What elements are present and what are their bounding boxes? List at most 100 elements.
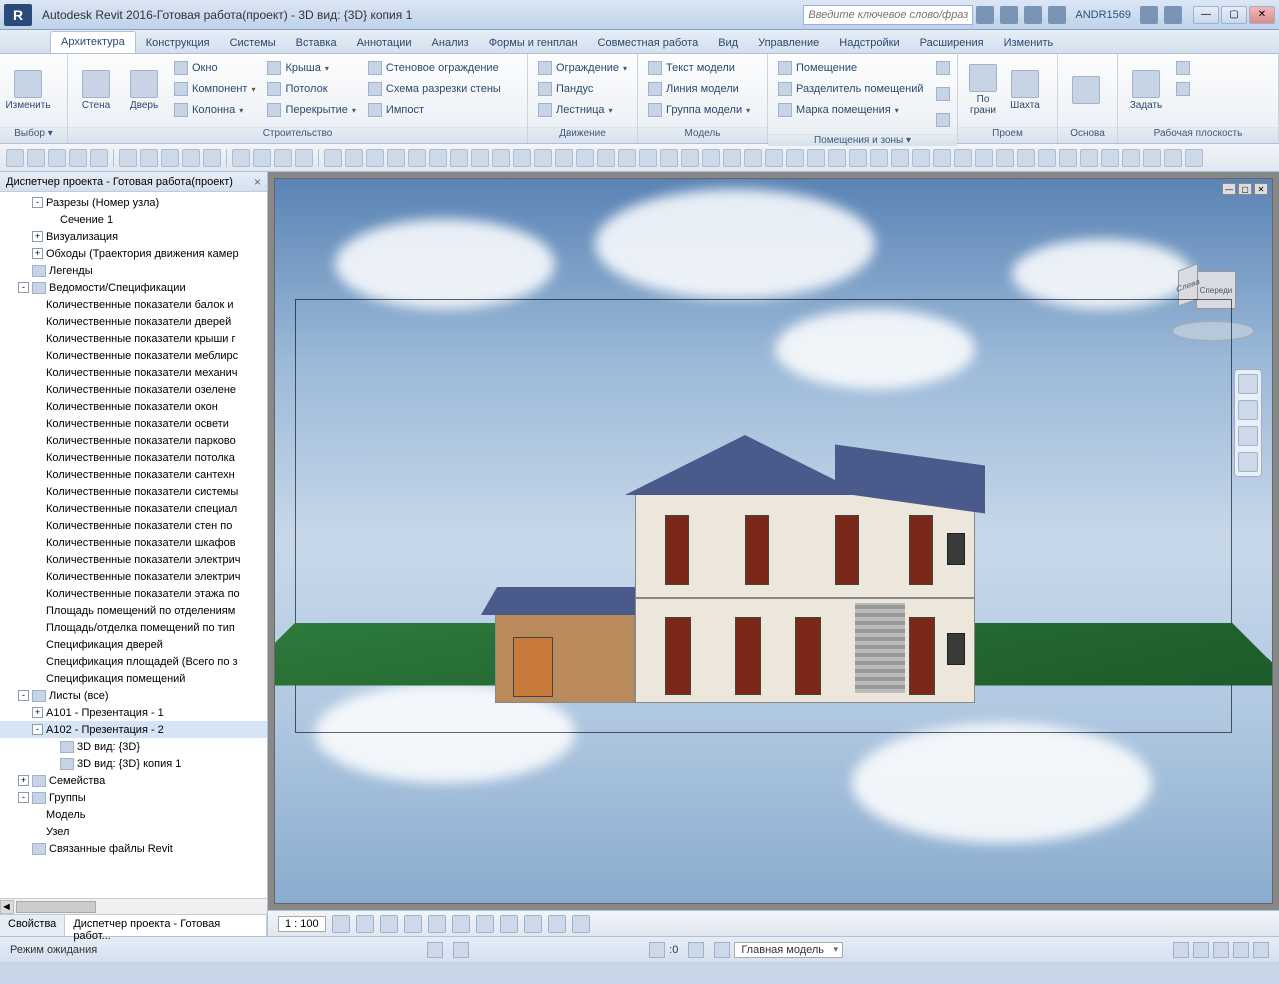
tree-expander-icon[interactable]: - bbox=[32, 197, 43, 208]
panel-label-select[interactable]: Выбор ▾ bbox=[0, 127, 67, 143]
crop-icon[interactable] bbox=[452, 915, 470, 933]
ribbon-tab-11[interactable]: Расширения bbox=[910, 33, 994, 53]
qat-button-17[interactable] bbox=[387, 149, 405, 167]
qat-button-7[interactable] bbox=[161, 149, 179, 167]
qat-button-49[interactable] bbox=[1059, 149, 1077, 167]
qat-button-25[interactable] bbox=[555, 149, 573, 167]
qat-button-38[interactable] bbox=[828, 149, 846, 167]
ramp-button[interactable]: Пандус bbox=[534, 79, 631, 99]
steering-wheel-icon[interactable] bbox=[1238, 374, 1258, 394]
constraints-icon[interactable] bbox=[572, 915, 590, 933]
app-menu-button[interactable]: R bbox=[4, 4, 32, 26]
tree-item[interactable]: +Визуализация bbox=[0, 228, 267, 245]
qat-button-15[interactable] bbox=[345, 149, 363, 167]
tree-item[interactable]: Количественные показатели системы bbox=[0, 483, 267, 500]
panel-label-room[interactable]: Помещения и зоны ▾ bbox=[768, 134, 957, 146]
tree-item[interactable]: Количественные показатели балок и bbox=[0, 296, 267, 313]
tree-item[interactable]: Количественные показатели озелене bbox=[0, 381, 267, 398]
tree-item[interactable]: Количественные показатели сантехн bbox=[0, 466, 267, 483]
qat-button-28[interactable] bbox=[618, 149, 636, 167]
zoom-icon[interactable] bbox=[1238, 426, 1258, 446]
qat-button-40[interactable] bbox=[870, 149, 888, 167]
set-workplane-button[interactable]: Задать bbox=[1124, 58, 1168, 122]
tree-item[interactable]: Сечение 1 bbox=[0, 211, 267, 228]
tree-item[interactable]: Количественные показатели стен по bbox=[0, 517, 267, 534]
view-scale[interactable]: 1 : 100 bbox=[278, 916, 326, 932]
ribbon-tab-0[interactable]: Архитектура bbox=[50, 31, 136, 53]
qat-button-31[interactable] bbox=[681, 149, 699, 167]
design-option-combo[interactable]: Главная модель bbox=[734, 942, 843, 958]
qat-button-19[interactable] bbox=[429, 149, 447, 167]
tree-item[interactable]: Спецификация площадей (Всего по з bbox=[0, 653, 267, 670]
qat-button-10[interactable] bbox=[232, 149, 250, 167]
infocenter-search-input[interactable] bbox=[803, 5, 973, 25]
tree-item[interactable]: Количественные показатели окон bbox=[0, 398, 267, 415]
key-icon[interactable] bbox=[1000, 6, 1018, 24]
curtain-wall-button[interactable]: Стеновое ограждение bbox=[364, 58, 505, 78]
wall-button[interactable]: Стена bbox=[74, 58, 118, 122]
ribbon-tab-1[interactable]: Конструкция bbox=[136, 33, 220, 53]
qat-button-54[interactable] bbox=[1164, 149, 1182, 167]
railing-button[interactable]: Ограждение▾ bbox=[534, 58, 631, 78]
tree-expander-icon[interactable]: + bbox=[32, 231, 43, 242]
tree-item[interactable]: +А101 - Презентация - 1 bbox=[0, 704, 267, 721]
view-maximize-button[interactable]: ▢ bbox=[1238, 183, 1252, 195]
help-icon[interactable] bbox=[1164, 6, 1182, 24]
qat-button-8[interactable] bbox=[182, 149, 200, 167]
qat-button-14[interactable] bbox=[324, 149, 342, 167]
qat-button-47[interactable] bbox=[1017, 149, 1035, 167]
qat-button-42[interactable] bbox=[912, 149, 930, 167]
tree-item[interactable]: Площадь/отделка помещений по тип bbox=[0, 619, 267, 636]
tree-expander-icon[interactable]: - bbox=[32, 724, 43, 735]
qat-button-23[interactable] bbox=[513, 149, 531, 167]
room-button[interactable]: Помещение bbox=[774, 58, 928, 78]
tree-item[interactable]: -Листы (все) bbox=[0, 687, 267, 704]
ribbon-tab-3[interactable]: Вставка bbox=[286, 33, 347, 53]
qat-button-21[interactable] bbox=[471, 149, 489, 167]
tree-item[interactable]: Спецификация помещений bbox=[0, 670, 267, 687]
building-model[interactable] bbox=[495, 423, 975, 703]
tree-item[interactable]: Модель bbox=[0, 806, 267, 823]
qat-button-24[interactable] bbox=[534, 149, 552, 167]
qat-button-4[interactable] bbox=[90, 149, 108, 167]
qat-button-3[interactable] bbox=[69, 149, 87, 167]
workset-icon[interactable] bbox=[427, 942, 443, 958]
signin-icon[interactable] bbox=[1048, 6, 1066, 24]
qat-button-48[interactable] bbox=[1038, 149, 1056, 167]
qat-button-43[interactable] bbox=[933, 149, 951, 167]
model-line-button[interactable]: Линия модели bbox=[644, 79, 754, 99]
stair-button[interactable]: Лестница▾ bbox=[534, 100, 631, 120]
view-minimize-button[interactable]: — bbox=[1222, 183, 1236, 195]
ribbon-tab-4[interactable]: Аннотации bbox=[347, 33, 422, 53]
tree-item[interactable]: -Разрезы (Номер узла) bbox=[0, 194, 267, 211]
tree-item[interactable]: -Ведомости/Спецификации bbox=[0, 279, 267, 296]
tree-item[interactable]: Количественные показатели освети bbox=[0, 415, 267, 432]
window-minimize-button[interactable]: — bbox=[1193, 6, 1219, 24]
floor-button[interactable]: Перекрытие▾ bbox=[263, 100, 359, 120]
door-button[interactable]: Дверь bbox=[122, 58, 166, 122]
shadows-icon[interactable] bbox=[404, 915, 422, 933]
qat-button-32[interactable] bbox=[702, 149, 720, 167]
tree-item[interactable]: Количественные показатели этажа по bbox=[0, 585, 267, 602]
qat-button-46[interactable] bbox=[996, 149, 1014, 167]
qat-button-1[interactable] bbox=[27, 149, 45, 167]
column-button[interactable]: Колонна▾ bbox=[170, 100, 259, 120]
tree-item[interactable]: Количественные показатели электрич bbox=[0, 551, 267, 568]
tree-item[interactable]: Количественные показатели специал bbox=[0, 500, 267, 517]
visual-style-icon[interactable] bbox=[356, 915, 374, 933]
qat-button-18[interactable] bbox=[408, 149, 426, 167]
exchange-icon[interactable] bbox=[1140, 6, 1158, 24]
tree-item[interactable]: Спецификация дверей bbox=[0, 636, 267, 653]
view-close-button[interactable]: ✕ bbox=[1254, 183, 1268, 195]
tree-item[interactable]: Количественные показатели крыши г bbox=[0, 330, 267, 347]
drag-icon[interactable] bbox=[1233, 942, 1249, 958]
rendering-icon[interactable] bbox=[428, 915, 446, 933]
project-tree[interactable]: -Разрезы (Номер узла)Сечение 1+Визуализа… bbox=[0, 192, 267, 898]
tab-properties[interactable]: Свойства bbox=[0, 915, 65, 936]
window-maximize-button[interactable]: ▢ bbox=[1221, 6, 1247, 24]
tree-item[interactable]: -Группы bbox=[0, 789, 267, 806]
tree-item[interactable]: Количественные показатели электрич bbox=[0, 568, 267, 585]
qat-button-6[interactable] bbox=[140, 149, 158, 167]
ribbon-tab-9[interactable]: Управление bbox=[748, 33, 829, 53]
qat-button-37[interactable] bbox=[807, 149, 825, 167]
